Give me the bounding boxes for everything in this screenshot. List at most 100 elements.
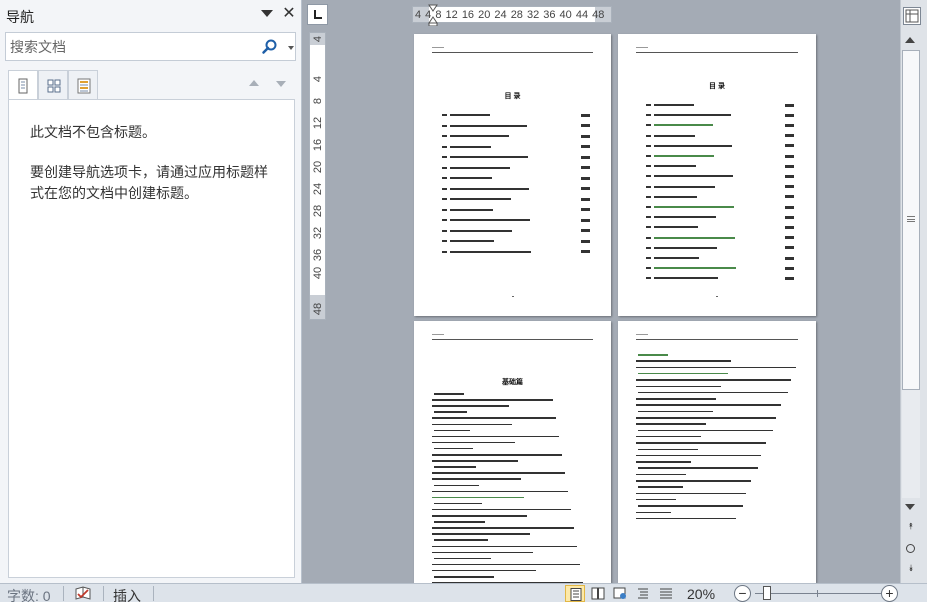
toc-entry-text	[450, 114, 490, 116]
toc-entry-number	[442, 114, 447, 116]
toc-entry-page	[581, 176, 590, 180]
nav-menu-dropdown-icon[interactable]	[261, 10, 273, 17]
toc-title: 目 录	[504, 93, 521, 100]
toc-entry-page	[581, 250, 590, 253]
toc-entry-page	[581, 197, 590, 201]
full-screen-reading-view-button[interactable]	[588, 585, 608, 602]
scroll-thumb[interactable]	[902, 50, 920, 390]
toc-entry-text	[450, 198, 511, 200]
indent-marker-icon[interactable]	[428, 4, 438, 26]
tab-selector-button[interactable]	[307, 4, 328, 25]
page-footer	[512, 296, 514, 297]
previous-page-icon[interactable]: ⯭	[904, 521, 918, 533]
navigation-pane: 导航 ✕ 搜索文档 此文档不包含标题。 要创建导航选项卡，请通过应用标题样式在您…	[0, 0, 302, 583]
print-layout-icon	[570, 588, 582, 601]
toc-entry-text	[450, 156, 528, 158]
toc-entry-page	[785, 113, 794, 117]
page-header-text	[432, 47, 444, 48]
vertical-ruler-number: 24	[312, 182, 324, 196]
body-text-line	[434, 393, 464, 395]
toc-entry-page	[785, 236, 794, 240]
body-text-line	[434, 539, 488, 541]
draft-view-icon	[660, 588, 672, 599]
body-text-line	[434, 447, 473, 450]
toc-entry-text	[654, 226, 698, 229]
toc-entry-number	[442, 145, 447, 148]
toc-entry-number	[442, 198, 447, 200]
vertical-ruler-number: 48	[312, 302, 324, 316]
draft-view-button[interactable]	[656, 585, 676, 602]
document-page-3[interactable]: 基础篇	[414, 321, 611, 583]
nav-content-panel: 此文档不包含标题。 要创建导航选项卡，请通过应用标题样式在您的文档中创建标题。	[8, 99, 295, 578]
scroll-down-arrow-icon[interactable]	[905, 504, 915, 510]
body-text-line	[432, 417, 556, 419]
outline-view-button[interactable]	[633, 585, 653, 602]
toc-entry-text	[450, 250, 531, 253]
body-text-line	[432, 515, 527, 517]
zoom-level[interactable]: 20%	[687, 586, 715, 602]
body-text-line	[432, 508, 571, 511]
view-ruler-button[interactable]	[903, 7, 921, 25]
body-text-line	[636, 417, 776, 419]
body-text-line	[434, 576, 494, 578]
document-page-4[interactable]	[618, 321, 816, 583]
nav-search-box	[5, 32, 296, 61]
print-layout-view-button[interactable]	[565, 585, 585, 602]
document-outline-icon	[18, 78, 28, 94]
next-page-icon[interactable]: ⯯	[904, 563, 918, 575]
ruler-toggle-icon	[905, 9, 919, 23]
scroll-up-arrow-icon[interactable]	[905, 37, 915, 43]
status-divider	[103, 586, 104, 601]
toc-entry-page	[785, 185, 794, 189]
toc-entry-number	[646, 124, 651, 127]
vertical-ruler-number: 32	[312, 226, 324, 240]
tab-results[interactable]	[68, 70, 98, 100]
zoom-out-button[interactable]: −	[734, 585, 751, 602]
toc-entry-text	[654, 277, 718, 280]
proofing-book-icon[interactable]	[73, 585, 93, 602]
tab-pages[interactable]	[38, 70, 68, 100]
next-result-chevron-down-icon[interactable]	[276, 81, 286, 87]
tab-headings[interactable]	[8, 70, 38, 100]
toc-entry-number	[442, 219, 447, 221]
vertical-ruler[interactable]: 4 4 8 12 16 20 24 28 32 36 40 48	[309, 32, 326, 320]
document-page-1[interactable]: 目 录	[414, 34, 611, 316]
toc-entry-text	[654, 236, 735, 239]
toc-entry-page	[581, 155, 590, 159]
body-text-line	[636, 423, 706, 425]
vertical-ruler-number: 4	[312, 75, 324, 83]
body-text-line	[636, 517, 736, 520]
zoom-in-button[interactable]: +	[881, 585, 898, 602]
search-options-chevron-down-icon[interactable]	[288, 46, 294, 50]
zoom-slider-thumb[interactable]	[763, 586, 771, 600]
toc-entry-number	[442, 250, 447, 253]
document-page-2[interactable]: 目 录	[618, 34, 816, 316]
toc-entry-number	[442, 240, 447, 242]
toc-entry-page	[785, 276, 794, 280]
toc-entry-page	[581, 239, 590, 243]
body-text-line	[638, 505, 743, 507]
search-input[interactable]	[10, 37, 260, 57]
toc-entry-number	[442, 229, 447, 232]
insert-mode[interactable]: 插入	[113, 586, 141, 602]
toc-entry-text	[450, 145, 491, 148]
select-browse-object-icon[interactable]	[906, 544, 915, 553]
toc-entry-text	[450, 229, 512, 232]
toc-entry-page	[785, 144, 794, 148]
horizontal-ruler[interactable]: 4 4 8 12 16 20 24 28 32 36 40 44 48	[412, 6, 612, 23]
toc-entry-number	[646, 114, 651, 117]
word-count[interactable]: 字数: 0	[7, 586, 51, 602]
vertical-ruler-number: 28	[312, 204, 324, 218]
nav-close-icon[interactable]: ✕	[280, 5, 298, 23]
toc-entry-text	[654, 185, 715, 188]
body-text-line	[432, 435, 559, 438]
web-layout-view-button[interactable]	[610, 585, 630, 602]
zoom-slider-track[interactable]	[755, 593, 881, 594]
toc-entry-page	[785, 225, 794, 229]
search-icon[interactable]	[261, 38, 279, 56]
status-divider	[63, 586, 64, 601]
previous-result-chevron-up-icon[interactable]	[249, 80, 259, 86]
body-text-line	[432, 460, 518, 462]
zoom-slider-center-mark	[817, 590, 818, 597]
vertical-ruler-number: 4	[312, 35, 324, 43]
